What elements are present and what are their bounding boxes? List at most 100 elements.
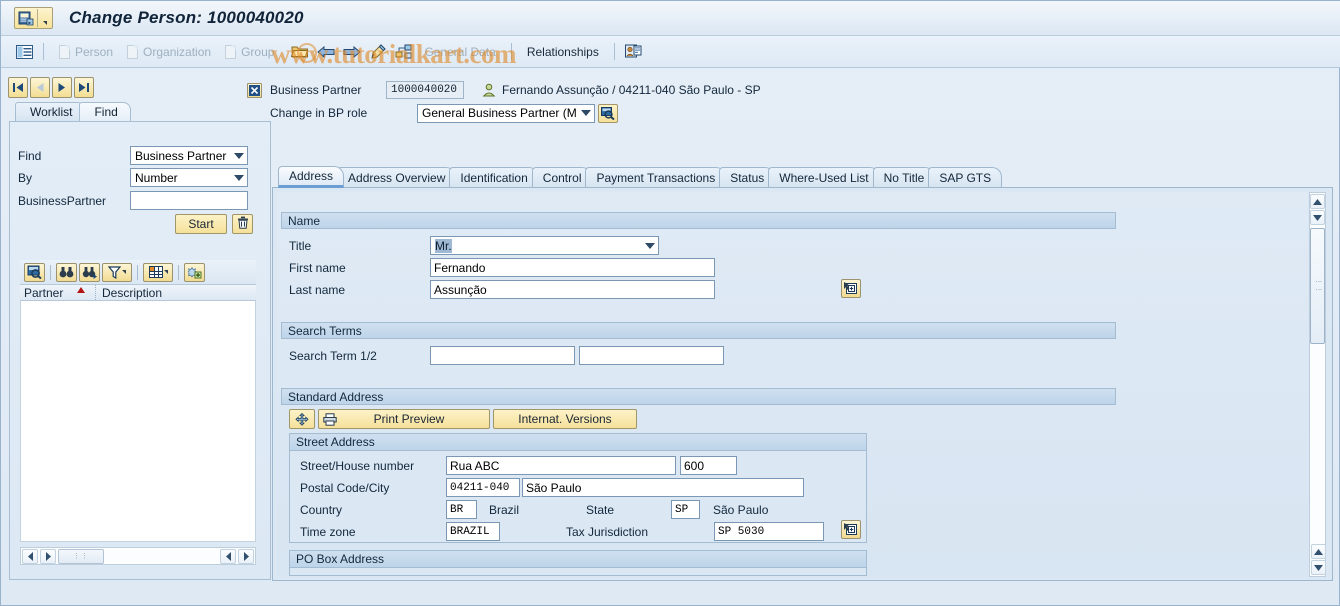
detail-search-button[interactable] [24, 262, 45, 282]
value-help-icon [844, 282, 857, 294]
general-data-button[interactable]: General Data [417, 41, 502, 63]
layout-button[interactable] [143, 262, 173, 282]
grid-toolbar-divider [137, 264, 138, 280]
print-preview-button[interactable]: Print Preview [318, 409, 490, 429]
country-code-input[interactable]: BR [446, 500, 477, 519]
country-name-text: Brazil [489, 502, 520, 517]
tab-status[interactable]: Status [719, 167, 776, 188]
internat-versions-button[interactable]: Internat. Versions [493, 409, 637, 429]
close-x-icon[interactable] [247, 82, 262, 98]
search-term-2-input[interactable] [579, 346, 724, 365]
title-select[interactable]: Mr. [430, 236, 659, 255]
tab-sap-gts[interactable]: SAP GTS [928, 167, 1003, 188]
chevron-down-icon[interactable] [231, 169, 247, 186]
printer-icon [323, 412, 338, 426]
result-grid-toolbar [20, 260, 256, 284]
system-menu-button[interactable] [14, 7, 53, 29]
tab-worklist[interactable]: Worklist [15, 102, 86, 121]
start-button[interactable]: Start [175, 214, 227, 234]
last-record-button[interactable] [74, 77, 94, 98]
scroll-up-icon[interactable] [1310, 194, 1325, 209]
first-name-label: First name [289, 260, 346, 275]
chevron-down-icon[interactable] [231, 147, 247, 164]
form-vertical-scrollbar[interactable]: ⋮⋮ [1309, 192, 1326, 577]
relationship-node-icon[interactable] [393, 41, 415, 63]
person-icon [482, 83, 496, 97]
tab-address-overview[interactable]: Address Overview [337, 167, 457, 188]
scroll-up-icon[interactable] [1311, 544, 1326, 559]
horizontal-scroll-thumb[interactable]: ⋮⋮ [58, 548, 104, 564]
find-next-button[interactable] [79, 262, 100, 282]
form-scroll-thumb[interactable]: ⋮⋮ [1310, 228, 1325, 344]
filter-button[interactable] [102, 262, 132, 282]
scroll-down-icon[interactable] [1310, 210, 1325, 225]
left-arrow-icon[interactable] [315, 41, 337, 63]
address-form: Name Title Mr. First name Fernando Last … [277, 192, 1308, 577]
find-type-select[interactable]: Business Partner [130, 146, 248, 165]
chevron-down-icon[interactable] [578, 105, 594, 122]
page-title: Change Person: 1000040020 [69, 8, 304, 27]
tab-control[interactable]: Control [531, 167, 593, 188]
tab-where-used-list[interactable]: Where-Used List [768, 167, 880, 188]
tab-control-label: Control [542, 171, 582, 185]
column-header-description[interactable]: Description [96, 286, 162, 300]
postal-code-input[interactable]: 04211-040 [446, 478, 520, 497]
next-record-button[interactable] [52, 77, 72, 98]
address-value-help-button[interactable] [841, 520, 861, 539]
first-record-button[interactable] [8, 77, 28, 98]
search-term-1-input[interactable] [430, 346, 575, 365]
grid-toolbar-divider [50, 264, 51, 280]
group-button[interactable]: Group [218, 41, 281, 63]
first-name-input[interactable]: Fernando [430, 258, 715, 277]
tab-no-title[interactable]: No Title [872, 167, 936, 188]
tab-find[interactable]: Find [79, 102, 131, 121]
person-button[interactable]: Person [52, 41, 120, 63]
scroll-down-icon[interactable] [1311, 560, 1326, 575]
previous-record-button[interactable] [30, 77, 50, 98]
find-button[interactable] [56, 262, 77, 282]
last-name-input[interactable]: Assunção [430, 280, 715, 299]
document-icon [225, 44, 237, 59]
refresh-button[interactable] [184, 262, 205, 282]
business-partner-number[interactable]: 1000040020 [386, 81, 464, 99]
result-grid-body[interactable] [20, 301, 256, 542]
column-header-partner[interactable]: Partner [20, 285, 96, 300]
tab-payment-transactions[interactable]: Payment Transactions [585, 167, 727, 188]
business-partner-card-icon[interactable] [623, 41, 645, 63]
bp-role-search-button[interactable] [598, 103, 618, 123]
street-input[interactable]: Rua ABC [446, 456, 676, 475]
filter-dropdown-arrow-icon[interactable] [122, 270, 126, 274]
business-partner-label: Business Partner [270, 83, 362, 97]
business-partner-input[interactable] [130, 191, 248, 210]
po-box-address-group-header: PO Box Address [290, 551, 866, 568]
tab-address[interactable]: Address [278, 166, 345, 188]
tab-identification[interactable]: Identification [449, 167, 539, 188]
name-value-help-button[interactable] [841, 279, 861, 298]
house-number-input[interactable]: 600 [680, 456, 737, 475]
tab-find-label: Find [94, 105, 118, 119]
city-input[interactable]: São Paulo [522, 478, 804, 497]
state-code-input[interactable]: SP [671, 500, 700, 519]
scroll-left-icon[interactable] [220, 548, 236, 564]
menu-dropdown-arrow-icon[interactable] [38, 8, 52, 28]
scroll-right-icon[interactable] [238, 548, 254, 564]
list-view-icon[interactable] [13, 41, 35, 63]
pencil-edit-icon[interactable] [367, 41, 389, 63]
layout-dropdown-arrow-icon[interactable] [163, 270, 168, 274]
toolbar-divider [510, 43, 512, 60]
right-arrow-icon[interactable] [341, 41, 363, 63]
scroll-left-icon[interactable] [22, 548, 38, 564]
result-grid-horizontal-scrollbar[interactable]: ⋮⋮ [20, 547, 256, 565]
delete-button[interactable] [232, 214, 253, 234]
timezone-input[interactable]: BRAZIL [446, 522, 500, 541]
expand-address-button[interactable] [289, 409, 315, 429]
name-group-header: Name [281, 212, 1116, 229]
search-magnifier-icon [601, 106, 615, 120]
chevron-down-icon[interactable] [642, 237, 658, 254]
bp-role-select[interactable]: General Business Partner (M… [417, 103, 595, 123]
by-select[interactable]: Number [130, 168, 248, 187]
relationships-button[interactable]: Relationships [520, 41, 606, 63]
organization-button[interactable]: Organization [120, 41, 218, 63]
scroll-right-icon[interactable] [40, 548, 56, 564]
tax-jurisdiction-input[interactable]: SP 5030 [714, 522, 824, 541]
